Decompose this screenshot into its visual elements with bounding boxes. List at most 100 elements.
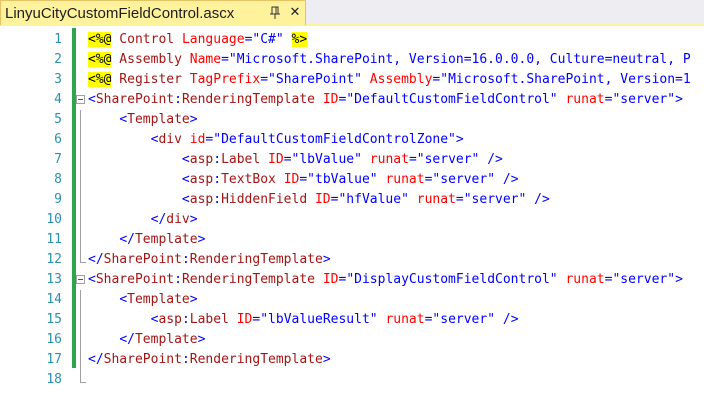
pin-icon[interactable] <box>269 5 283 21</box>
code-token: < <box>181 172 190 187</box>
code-text: </SharePoint:RenderingTemplate> <box>88 350 331 370</box>
code-token: "lbValue" <box>291 152 362 167</box>
code-token: > <box>189 212 198 227</box>
code-token: /> <box>495 172 519 187</box>
code-token: TagPrefix <box>189 72 261 87</box>
code-token: Control <box>111 32 182 47</box>
code-token: SharePoint <box>95 272 175 287</box>
code-text: <%@ Control Language="C#" %> <box>88 30 308 50</box>
code-token: Language <box>181 32 245 47</box>
code-token: "DefaultCustomFieldControl" <box>346 92 558 107</box>
code-token: asp <box>158 312 182 327</box>
code-line[interactable]: 13 <SharePoint:RenderingTemplate ID="Disp… <box>0 270 704 290</box>
code-token: Assembly <box>369 72 433 87</box>
code-editor[interactable]: 1 <%@ Control Language="C#" %> 2 <%@ Assemb… <box>0 26 704 404</box>
code-token: > <box>322 252 331 267</box>
code-line[interactable]: 8 <asp:TextBox ID="tbValue" runat="serve… <box>0 170 704 190</box>
code-token: Name <box>189 52 222 67</box>
close-icon[interactable]: ✕ <box>288 5 302 21</box>
code-token: "server" <box>463 192 527 207</box>
code-token: ID <box>322 272 339 287</box>
outline-guide-end <box>80 382 86 383</box>
code-line[interactable]: 5 <Template> <box>0 110 704 130</box>
code-line[interactable]: 15 <asp:Label ID="lbValueResult" runat="… <box>0 310 704 330</box>
code-token: > <box>675 92 683 107</box>
code-line[interactable]: 18 <box>0 370 704 390</box>
line-number: 8 <box>54 172 62 187</box>
collapse-toggle-icon[interactable] <box>76 275 85 284</box>
line-number: 11 <box>46 232 62 247</box>
code-token: > <box>197 232 206 247</box>
outline-guide-end <box>80 262 86 263</box>
line-number: 15 <box>46 312 62 327</box>
line-number: 5 <box>54 112 62 127</box>
code-token: asp <box>189 192 214 207</box>
line-number: 12 <box>46 252 62 267</box>
code-token: SharePoint <box>103 252 182 267</box>
code-token: = <box>408 152 417 167</box>
code-line[interactable]: 16 </Template> <box>0 330 704 350</box>
code-token: div <box>158 132 182 147</box>
code-token: Template <box>127 112 190 127</box>
code-token: "Microsoft.SharePoint, Version=16.0.0.0,… <box>228 52 691 67</box>
document-tab[interactable]: LinyuCityCustomFieldControl.ascx ✕ <box>0 0 306 25</box>
code-token: runat <box>369 152 409 167</box>
code-token: SharePoint <box>103 352 182 367</box>
code-token: > <box>675 272 683 287</box>
line-number: 13 <box>46 272 62 287</box>
code-token: "server" <box>612 92 676 107</box>
code-token: runat <box>385 312 425 327</box>
code-line[interactable]: 7 <asp:Label ID="lbValue" runat="server"… <box>0 150 704 170</box>
code-token: "Microsoft.SharePoint, Version=1 <box>440 72 691 87</box>
code-token: "SharePoint" <box>268 72 362 87</box>
code-line[interactable]: 1 <%@ Control Language="C#" %> <box>0 30 704 50</box>
code-line[interactable]: 2 <%@ Assembly Name="Microsoft.SharePoint… <box>0 50 704 70</box>
code-token: /> <box>526 192 550 207</box>
code-token: </ <box>119 232 135 247</box>
tab-title: LinyuCityCustomFieldControl.ascx <box>5 4 235 22</box>
code-line[interactable]: 6 <div id="DefaultCustomFieldControlZone… <box>0 130 704 150</box>
code-text: <asp:Label ID="lbValueResult" runat="ser… <box>88 310 519 330</box>
code-token: </ <box>88 352 104 367</box>
code-token: div <box>166 212 190 227</box>
collapse-toggle-icon[interactable] <box>76 95 85 104</box>
line-number: 7 <box>54 152 62 167</box>
code-token: runat <box>416 192 456 207</box>
code-token: = <box>221 52 229 67</box>
code-token: > <box>189 292 198 307</box>
code-line[interactable]: 11 </Template> <box>0 230 704 250</box>
code-token: RenderingTemplate <box>181 272 315 287</box>
code-line[interactable]: 4 <SharePoint:RenderingTemplate ID="Defau… <box>0 90 704 110</box>
code-token: : <box>181 352 190 367</box>
code-token: Register <box>111 72 190 87</box>
code-token: > <box>189 112 198 127</box>
code-text: </Template> <box>88 330 205 350</box>
code-token: id <box>189 132 206 147</box>
code-line[interactable]: 14 <Template> <box>0 290 704 310</box>
line-number: 4 <box>54 92 62 107</box>
code-token: Template <box>134 232 198 247</box>
code-line[interactable]: 12 </SharePoint:RenderingTemplate> <box>0 250 704 270</box>
code-token: : <box>174 92 182 107</box>
code-token: < <box>181 152 190 167</box>
code-line[interactable]: 9 <asp:HiddenField ID="hfValue" runat="s… <box>0 190 704 210</box>
code-text: <asp:TextBox ID="tbValue" runat="server"… <box>88 170 519 190</box>
line-number: 2 <box>54 52 62 67</box>
code-token: : <box>213 152 222 167</box>
code-token: Label <box>189 312 229 327</box>
code-line[interactable]: 17 </SharePoint:RenderingTemplate> <box>0 350 704 370</box>
code-token: : <box>181 252 190 267</box>
code-line[interactable]: 10 </div> <box>0 210 704 230</box>
code-token: runat <box>565 92 605 107</box>
line-number: 10 <box>46 212 62 227</box>
code-token: asp <box>189 172 214 187</box>
code-line[interactable]: 3 <%@ Register TagPrefix="SharePoint" Ass… <box>0 70 704 90</box>
code-text: </SharePoint:RenderingTemplate> <box>88 250 331 270</box>
